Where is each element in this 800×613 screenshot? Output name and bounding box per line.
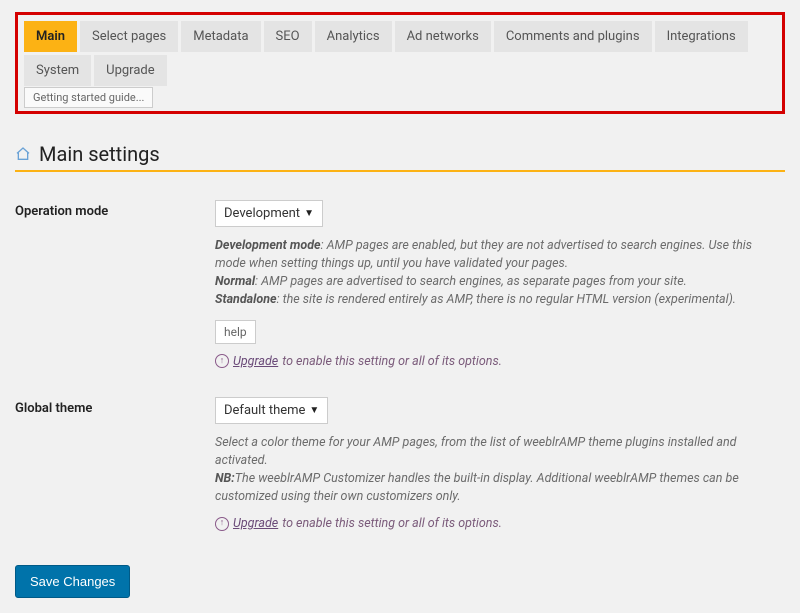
desc-bold: Normal	[215, 274, 255, 289]
global-theme-label: Global theme	[15, 397, 215, 532]
tab-upgrade[interactable]: Upgrade	[94, 55, 166, 86]
page-title: Main settings	[39, 142, 160, 166]
save-changes-button[interactable]: Save Changes	[15, 565, 130, 598]
desc-text: : the site is rendered entirely as AMP, …	[277, 292, 736, 307]
global-theme-description: Select a color theme for your AMP pages,…	[215, 434, 785, 507]
upgrade-text: to enable this setting or all of its opt…	[282, 354, 502, 369]
desc-text: The weeblrAMP Customizer handles the bui…	[215, 471, 739, 504]
upgrade-text: to enable this setting or all of its opt…	[282, 516, 502, 531]
chevron-down-icon: ▼	[304, 208, 314, 219]
setting-operation-mode: Operation mode Development ▼ Development…	[15, 200, 785, 369]
arrow-up-circle-icon: ↑	[215, 354, 229, 368]
tab-ad-networks[interactable]: Ad networks	[395, 21, 491, 52]
primary-tabs: Main Select pages Metadata SEO Analytics…	[24, 21, 776, 86]
tabs-container: Main Select pages Metadata SEO Analytics…	[15, 12, 785, 114]
help-button[interactable]: help	[215, 320, 256, 344]
arrow-up-circle-icon: ↑	[215, 517, 229, 531]
operation-mode-value: Development	[224, 206, 300, 221]
chevron-down-icon: ▼	[309, 405, 319, 416]
tab-main[interactable]: Main	[24, 21, 77, 52]
desc-bold: Development mode	[215, 238, 321, 253]
global-theme-select[interactable]: Default theme ▼	[215, 397, 328, 424]
desc-bold: NB:	[215, 471, 235, 486]
tab-select-pages[interactable]: Select pages	[80, 21, 178, 52]
tab-integrations[interactable]: Integrations	[655, 21, 748, 52]
desc-text: : AMP pages are advertised to search eng…	[255, 274, 687, 289]
tab-analytics[interactable]: Analytics	[315, 21, 392, 52]
upgrade-link[interactable]: Upgrade	[233, 516, 278, 531]
tab-metadata[interactable]: Metadata	[181, 21, 260, 52]
upgrade-notice: ↑ Upgrade to enable this setting or all …	[215, 354, 785, 369]
operation-mode-select[interactable]: Development ▼	[215, 200, 323, 227]
home-icon	[15, 146, 31, 162]
global-theme-value: Default theme	[224, 403, 305, 418]
desc-bold: Standalone	[215, 292, 277, 307]
upgrade-notice: ↑ Upgrade to enable this setting or all …	[215, 516, 785, 531]
operation-mode-description: Development mode: AMP pages are enabled,…	[215, 237, 785, 310]
desc-text: Select a color theme for your AMP pages,…	[215, 435, 737, 468]
tab-comments-plugins[interactable]: Comments and plugins	[494, 21, 652, 52]
subtab-getting-started[interactable]: Getting started guide...	[24, 87, 153, 108]
section-header: Main settings	[15, 142, 785, 172]
tab-seo[interactable]: SEO	[264, 21, 312, 52]
setting-global-theme: Global theme Default theme ▼ Select a co…	[15, 397, 785, 532]
tab-system[interactable]: System	[24, 55, 91, 86]
upgrade-link[interactable]: Upgrade	[233, 354, 278, 369]
subtabs: Getting started guide...	[24, 90, 776, 105]
operation-mode-label: Operation mode	[15, 200, 215, 369]
